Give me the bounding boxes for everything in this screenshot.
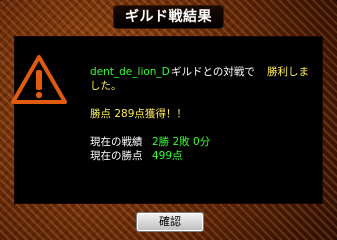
record-label: 現在の戦績 (90, 136, 143, 148)
guild-battle-result-dialog: ギルド戦結果 dent_de_lion_D ギルドとの対戦で 勝利しま した。 … (0, 0, 337, 240)
points-gained: 勝点 289点獲得！！ (90, 108, 187, 120)
warning-icon (11, 55, 67, 104)
record-value: 2勝 2敗 0分 (152, 136, 211, 148)
points-value: 499点 (152, 150, 183, 162)
points-label: 現在の勝点 (90, 150, 143, 162)
result-text: 勝利しま (267, 66, 309, 78)
guild-name: dent_de_lion_D (90, 66, 170, 78)
title-plate: ギルド戦結果 (114, 6, 223, 28)
confirm-button[interactable]: 確認 (136, 212, 204, 232)
result-text-cont: した。 (90, 80, 122, 92)
dialog-title: ギルド戦結果 (125, 9, 212, 25)
message-text: ギルドとの対戦で (171, 66, 255, 78)
